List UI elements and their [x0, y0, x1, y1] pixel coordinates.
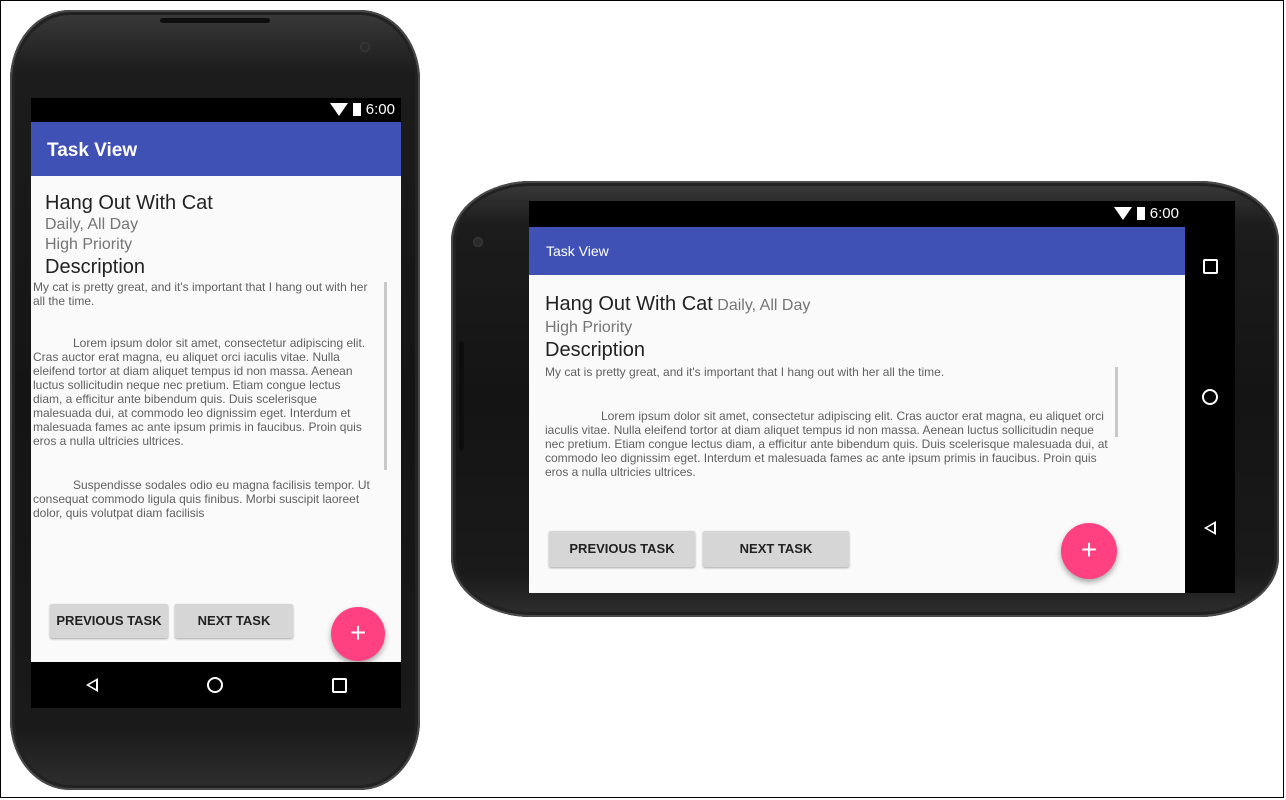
front-camera	[473, 237, 483, 247]
status-bar: 6:00	[529, 201, 1185, 227]
nav-bar	[1185, 201, 1235, 593]
earpiece-speaker	[459, 341, 464, 451]
description-scroll[interactable]: My cat is pretty great, and it's importa…	[33, 280, 385, 566]
battery-icon	[1136, 207, 1145, 220]
description-text: My cat is pretty great, and it's importa…	[545, 365, 945, 379]
app-bar-title: Task View	[47, 140, 138, 161]
app-bar: Task View	[529, 227, 1185, 275]
scrollbar[interactable]	[1115, 367, 1118, 437]
wifi-icon	[1113, 207, 1132, 220]
landscape-device: 6:00 Task View Hang Out With Cat Daily, …	[451, 181, 1279, 617]
back-icon[interactable]	[1204, 521, 1216, 536]
portrait-device: 6:00 Task View Hang Out With Cat Daily, …	[10, 10, 420, 790]
description-label: Description	[545, 339, 646, 361]
task-content: Hang Out With Cat Daily, All Day High Pr…	[31, 176, 401, 664]
app-bar-title: Task View	[546, 243, 609, 259]
status-bar: 6:00	[31, 98, 401, 122]
wifi-icon	[329, 103, 348, 116]
plus-icon: +	[349, 617, 367, 648]
status-time: 6:00	[1149, 205, 1179, 222]
home-icon[interactable]	[206, 677, 223, 693]
task-priority: High Priority	[45, 236, 133, 253]
recent-apps-icon[interactable]	[1202, 258, 1218, 274]
task-priority: High Priority	[545, 319, 633, 336]
lorem-paragraph-1: Lorem ipsum dolor sit amet, consectetur …	[33, 336, 366, 448]
status-time: 6:00	[365, 101, 395, 118]
previous-task-button[interactable]: PREVIOUS TASK	[50, 604, 168, 638]
previous-task-button[interactable]: PREVIOUS TASK	[549, 531, 695, 567]
task-title: Hang Out With Cat	[45, 192, 213, 214]
portrait-screen: 6:00 Task View Hang Out With Cat Daily, …	[31, 98, 401, 708]
lorem-paragraph-1: Lorem ipsum dolor sit amet, consectetur …	[545, 409, 1108, 479]
battery-icon	[352, 103, 361, 116]
back-icon[interactable]	[85, 678, 98, 692]
next-task-button[interactable]: NEXT TASK	[175, 604, 293, 638]
task-schedule: Daily, All Day	[45, 216, 139, 233]
add-fab-button[interactable]: +	[331, 607, 385, 661]
next-task-button[interactable]: NEXT TASK	[703, 531, 849, 567]
description-label: Description	[45, 256, 146, 278]
earpiece-speaker	[160, 18, 270, 23]
task-schedule: Daily, All Day	[717, 297, 811, 314]
landscape-screen: 6:00 Task View Hang Out With Cat Daily, …	[529, 201, 1185, 593]
lorem-paragraph-2: Suspendisse sodales odio eu magna facili…	[33, 478, 370, 520]
scrollbar[interactable]	[384, 282, 387, 470]
app-bar: Task View	[31, 122, 401, 176]
nav-bar	[31, 662, 401, 708]
task-title: Hang Out With Cat	[545, 293, 713, 315]
description-scroll[interactable]: My cat is pretty great, and it's importa…	[545, 365, 1115, 515]
add-fab-button[interactable]: +	[1061, 523, 1117, 579]
plus-icon: +	[1080, 534, 1098, 565]
description-text: My cat is pretty great, and it's importa…	[33, 280, 368, 308]
home-icon[interactable]	[1202, 389, 1218, 406]
recent-apps-icon[interactable]	[331, 677, 347, 693]
front-camera	[360, 42, 370, 52]
title-row: Hang Out With Cat Daily, All Day	[545, 293, 810, 316]
